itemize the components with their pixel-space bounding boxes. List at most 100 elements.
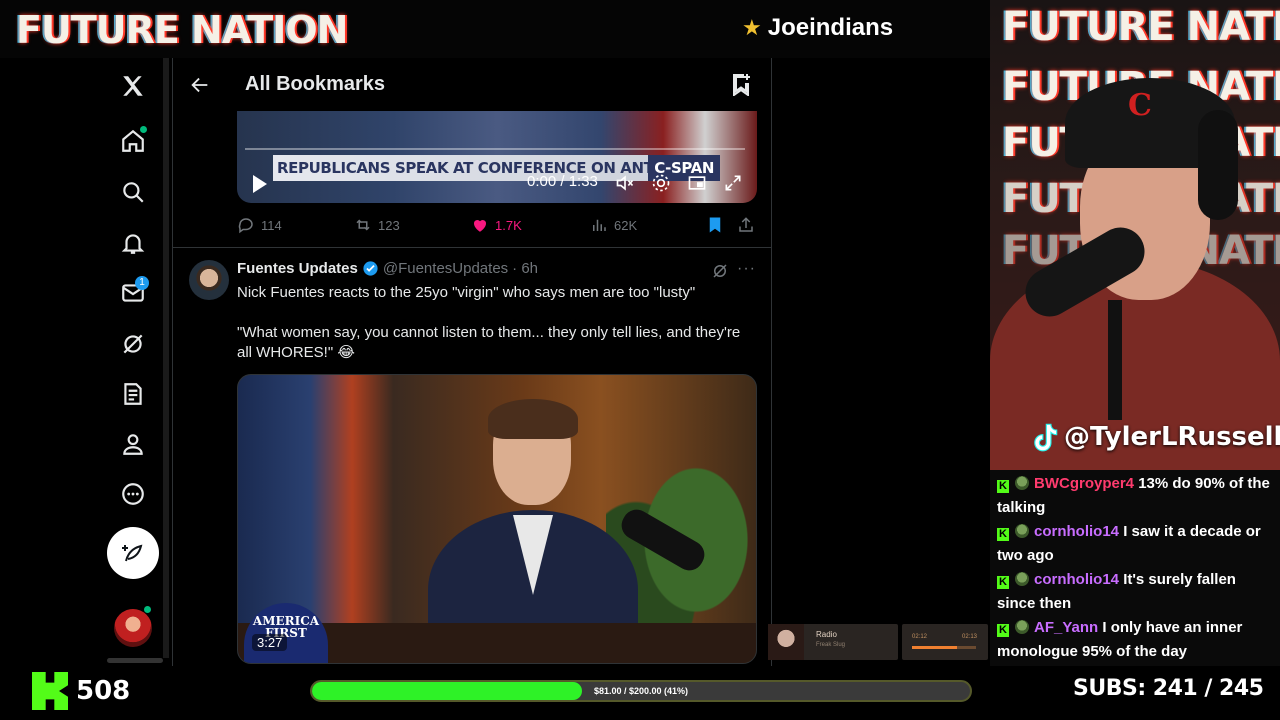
stream-chat: K BWCgroyper4 13% do 90% of the talking K… (990, 470, 1280, 666)
twitter-window: 1 All Bookmarks REPUBLICANS SPEAK AT CON… (0, 58, 990, 668)
chat-username[interactable]: cornholio14 (1034, 523, 1119, 540)
views-icon (593, 219, 606, 231)
radio-artwork (768, 624, 804, 660)
chat-username[interactable]: cornholio14 (1034, 571, 1119, 588)
share-icon[interactable] (737, 216, 755, 234)
chat-message: K BWCgroyper4 13% do 90% of the talking (997, 472, 1274, 520)
player-time-end: 02:13 (962, 634, 978, 640)
radio-subtitle: Freak Slug (816, 642, 846, 648)
video-time: 0:00 / 1:33 (527, 173, 598, 190)
bookmark-add-icon[interactable] (729, 72, 753, 96)
messages-icon[interactable]: 1 (105, 271, 161, 315)
home-icon[interactable] (105, 119, 161, 163)
tweet1-video[interactable]: REPUBLICANS SPEAK AT CONFERENCE ON ANTIS… (237, 111, 757, 203)
tiktok-icon (1034, 423, 1058, 452)
heart-filled-icon (473, 219, 487, 232)
tiktok-handle-text: @TylerLRussell (1064, 422, 1280, 452)
tweet2-video[interactable]: AMERICA FIRST 3:27 (237, 374, 757, 664)
music-player-widget: 02:12 02:13 (902, 624, 988, 660)
account-online-dot (144, 606, 151, 613)
video-progress-track[interactable] (245, 148, 745, 150)
grok-icon[interactable] (105, 322, 161, 366)
settings-gear-icon[interactable] (651, 173, 671, 193)
messages-badge: 1 (135, 276, 149, 290)
horizontal-scrollbar[interactable] (107, 658, 163, 663)
streamer-name: Joeindians (767, 14, 894, 41)
search-icon[interactable] (105, 170, 161, 214)
lists-icon[interactable] (105, 372, 161, 416)
chat-message: Kcornholio14 It's surely fallen since th… (997, 568, 1274, 616)
america-first-logo: AMERICA FIRST (244, 603, 328, 663)
verified-badge-icon (363, 261, 378, 276)
kick-badge-icon: K (997, 624, 1009, 637)
kick-followers: 508 (32, 672, 130, 710)
player-progress (912, 646, 976, 649)
page-title: All Bookmarks (245, 73, 386, 95)
fullscreen-icon[interactable] (723, 173, 743, 193)
stream-top-bar: FUTURE NATION ★ Joeindians (0, 0, 990, 58)
repost-button[interactable]: 123 (354, 216, 400, 234)
donation-goal-text: $81.00 / $200.00 (41%) (593, 686, 689, 696)
user-badge-icon (1015, 524, 1029, 538)
tweet2-handle[interactable]: @FuentesUpdates (383, 260, 508, 277)
profile-icon[interactable] (105, 422, 161, 466)
notifications-icon[interactable] (105, 221, 161, 265)
bookmarks-column: All Bookmarks REPUBLICANS SPEAK AT CONFE… (172, 58, 772, 668)
like-button[interactable]: 1.7K (471, 216, 522, 234)
tweet1-actions: 114 123 1.7K 62K (237, 216, 757, 236)
compose-post-button[interactable] (107, 527, 159, 579)
mute-icon[interactable] (615, 173, 635, 193)
user-badge-icon (1015, 572, 1029, 586)
tiktok-handle: @TylerLRussell (1030, 422, 1280, 452)
grok-icon[interactable] (711, 262, 729, 280)
views-count: 62K (614, 217, 638, 233)
bookmark-filled-icon[interactable] (706, 216, 724, 234)
user-badge-icon (1015, 620, 1029, 634)
repost-icon (356, 219, 370, 231)
radio-label: Radio (816, 630, 837, 639)
webcam-feed: FUTURE NATION FUTURE NATION FUTURE NATIO… (990, 0, 1280, 470)
reply-button[interactable]: 114 (237, 216, 282, 234)
right-pane (773, 58, 990, 668)
chat-username[interactable]: AF_Yann (1034, 619, 1098, 636)
player-time-start: 02:12 (912, 634, 928, 640)
bookmarks-header: All Bookmarks (173, 58, 771, 111)
more-icon[interactable] (105, 472, 161, 516)
video-duration: 3:27 (252, 634, 288, 651)
tweet2-avatar[interactable] (189, 260, 229, 300)
user-badge-icon (1015, 476, 1029, 490)
views-button[interactable]: 62K (590, 216, 637, 234)
tweet2-time[interactable]: · 6h (512, 260, 538, 277)
video-controls: 0:00 / 1:33 (237, 169, 757, 203)
x-logo-icon[interactable] (105, 64, 161, 108)
streamer-person: C (990, 0, 1280, 470)
play-icon[interactable] (251, 173, 269, 195)
kick-badge-icon: K (997, 528, 1009, 541)
chat-username[interactable]: BWCgroyper4 (1034, 475, 1134, 492)
home-notification-dot (140, 126, 147, 133)
subs-counter: SUBS: 241 / 245 (1073, 676, 1264, 701)
tweet2[interactable]: Fuentes Updates @FuentesUpdates · 6h ···… (173, 248, 771, 668)
star-icon: ★ (742, 15, 762, 40)
account-avatar[interactable] (114, 609, 152, 647)
streamer-tag: ★ Joeindians (742, 14, 893, 42)
tweet2-more-icon[interactable]: ··· (737, 260, 756, 278)
sidebar-scrollbar[interactable] (163, 58, 169, 658)
kick-badge-icon: K (997, 480, 1009, 493)
pip-icon[interactable] (687, 173, 707, 193)
back-arrow-icon[interactable] (189, 74, 211, 96)
tweet2-author-name[interactable]: Fuentes Updates (237, 260, 358, 277)
tweet2-header: Fuentes Updates @FuentesUpdates · 6h (237, 260, 538, 277)
feather-plus-icon (122, 544, 143, 562)
reply-icon (238, 218, 253, 234)
tweet2-text-line1: Nick Fuentes reacts to the 25yo "virgin"… (237, 284, 696, 301)
brand-logo: FUTURE NATION (16, 8, 348, 52)
repost-count: 123 (378, 217, 400, 233)
tweet2-text: Nick Fuentes reacts to the 25yo "virgin"… (237, 283, 757, 363)
radio-widget: Radio Freak Slug (768, 624, 898, 660)
chat-message: Kcornholio14 I saw it a decade or two ag… (997, 520, 1274, 568)
kick-logo-icon (32, 672, 68, 710)
kick-badge-icon: K (997, 576, 1009, 589)
chat-message: K AF_Yann I only have an inner monologue … (997, 616, 1274, 664)
donation-goal-bar: $81.00 / $200.00 (41%) (310, 680, 972, 702)
